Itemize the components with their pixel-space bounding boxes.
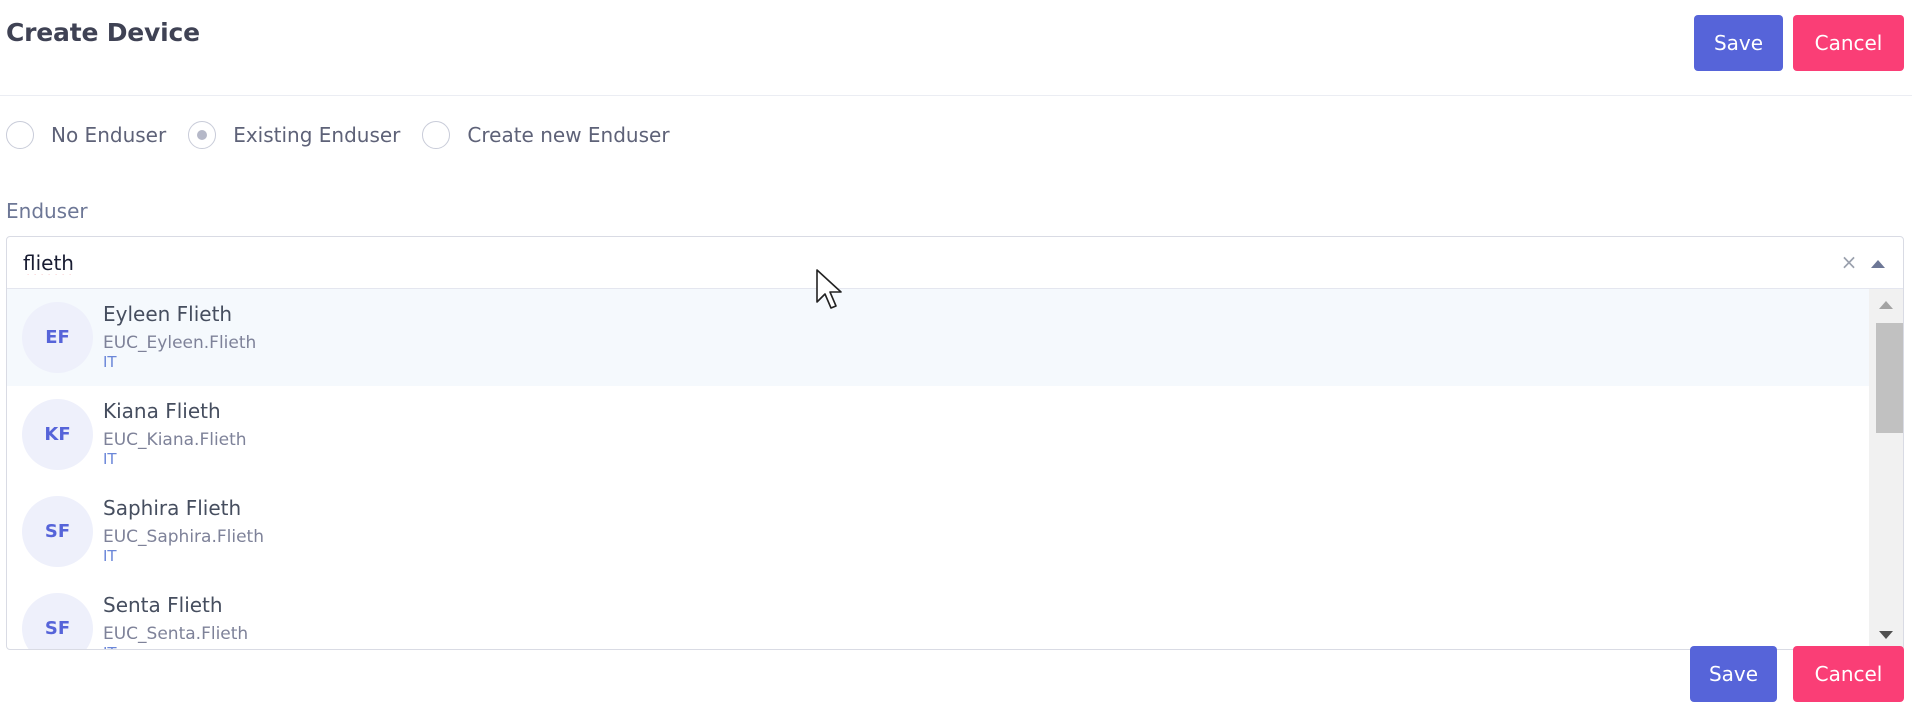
caret-up-icon[interactable] (1869, 254, 1887, 272)
result-department: IT (103, 547, 117, 565)
radio-label: No Enduser (51, 123, 167, 147)
enduser-results-list: EF Eyleen Flieth EUC_Eyleen.Flieth IT KF… (7, 289, 1869, 649)
save-button[interactable]: Save (1694, 15, 1783, 71)
page-title: Create Device (6, 18, 200, 47)
result-name: Saphira Flieth (103, 496, 242, 520)
radio-label: Create new Enduser (467, 123, 670, 147)
enduser-select[interactable]: × EF Eyleen Flieth EUC_Eyleen.Flieth IT … (6, 236, 1904, 650)
avatar: SF (22, 496, 93, 567)
result-department: IT (103, 353, 117, 371)
avatar: SF (22, 593, 93, 649)
clear-icon[interactable]: × (1837, 247, 1861, 277)
scroll-up-arrow-icon[interactable] (1869, 297, 1903, 313)
radio-circle-selected[interactable] (188, 121, 217, 149)
enduser-mode-radio-group: No Enduser Existing Enduser Create new E… (6, 119, 692, 151)
footer-save-button[interactable]: Save (1690, 646, 1777, 702)
create-device-page: Create Device Save Cancel No Enduser Exi… (0, 0, 1912, 717)
footer-cancel-button[interactable]: Cancel (1793, 646, 1904, 702)
result-name: Eyleen Flieth (103, 302, 233, 326)
list-item[interactable]: EF Eyleen Flieth EUC_Eyleen.Flieth IT (7, 289, 1869, 386)
result-name: Kiana Flieth (103, 399, 221, 423)
enduser-search-row: × (7, 237, 1903, 289)
radio-circle[interactable] (6, 121, 34, 149)
results-scrollbar[interactable] (1869, 289, 1903, 649)
enduser-search-input[interactable] (23, 247, 1783, 279)
radio-existing-enduser[interactable]: Existing Enduser (188, 121, 400, 149)
list-item[interactable]: SF Senta Flieth EUC_Senta.Flieth IT (7, 580, 1869, 649)
radio-selected-dot (197, 130, 208, 140)
result-name: Senta Flieth (103, 593, 223, 617)
scroll-down-arrow-icon[interactable] (1869, 627, 1903, 643)
radio-no-enduser[interactable]: No Enduser (6, 121, 166, 149)
result-username: EUC_Kiana.Flieth (103, 430, 247, 450)
result-department: IT (103, 450, 117, 468)
radio-label: Existing Enduser (233, 123, 401, 147)
result-department: IT (103, 644, 117, 649)
radio-circle[interactable] (422, 121, 451, 149)
list-item[interactable]: KF Kiana Flieth EUC_Kiana.Flieth IT (7, 386, 1869, 483)
cancel-button[interactable]: Cancel (1793, 15, 1904, 71)
header-divider (0, 95, 1912, 96)
scrollbar-thumb[interactable] (1876, 323, 1903, 433)
avatar: EF (22, 302, 93, 373)
result-username: EUC_Eyleen.Flieth (103, 333, 257, 353)
enduser-field-label: Enduser (6, 199, 88, 223)
avatar: KF (22, 399, 93, 470)
radio-create-new-enduser[interactable]: Create new Enduser (422, 121, 670, 149)
list-item[interactable]: SF Saphira Flieth EUC_Saphira.Flieth IT (7, 483, 1869, 580)
result-username: EUC_Senta.Flieth (103, 624, 249, 644)
result-username: EUC_Saphira.Flieth (103, 527, 264, 547)
